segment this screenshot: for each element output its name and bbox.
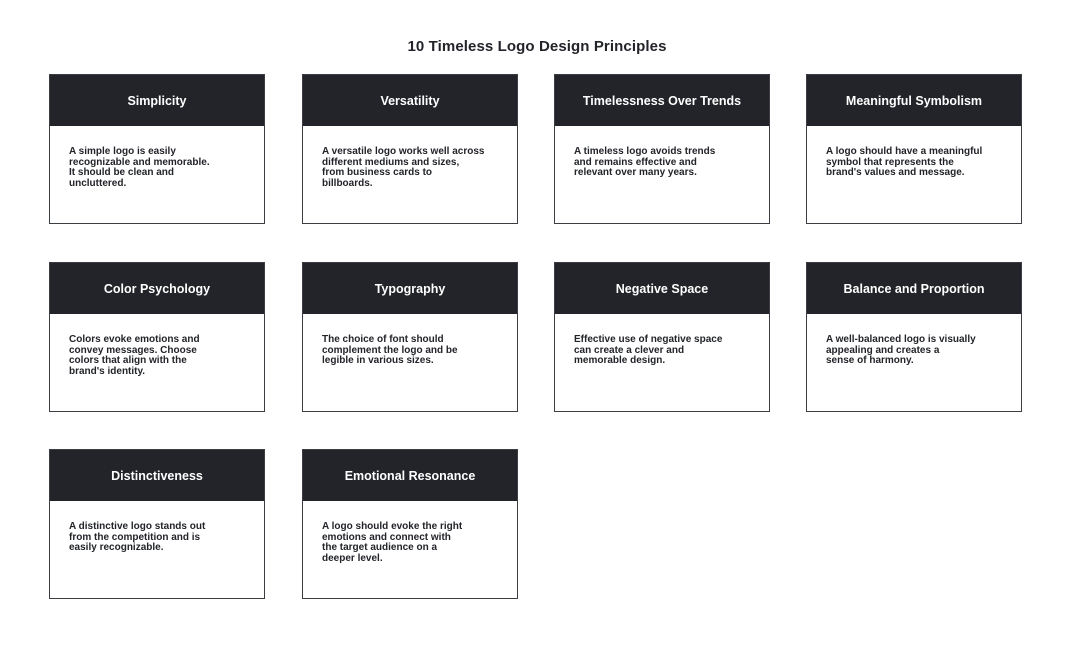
card-description: The choice of font should complement the… — [322, 334, 458, 366]
card-description: Effective use of negative space can crea… — [574, 334, 723, 366]
principle-card-balance: Balance and Proportion A well-balanced l… — [806, 262, 1022, 412]
card-description: A logo should evoke the right emotions a… — [322, 521, 463, 564]
principle-card-distinctiveness: Distinctiveness A distinctive logo stand… — [49, 449, 265, 599]
card-title: Negative Space — [555, 263, 769, 314]
card-title: Typography — [303, 263, 517, 314]
card-description: A versatile logo works well across diffe… — [322, 146, 485, 189]
principle-card-negative-space: Negative Space Effective use of negative… — [554, 262, 770, 412]
card-description: A timeless logo avoids trends and remain… — [574, 146, 716, 178]
principle-card-color-psychology: Color Psychology Colors evoke emotions a… — [49, 262, 265, 412]
card-title: Simplicity — [50, 75, 264, 126]
card-title: Balance and Proportion — [807, 263, 1021, 314]
card-title: Emotional Resonance — [303, 450, 517, 501]
card-description: A logo should have a meaningful symbol t… — [826, 146, 983, 178]
card-title: Color Psychology — [50, 263, 264, 314]
card-description: A simple logo is easily recognizable and… — [69, 146, 210, 189]
card-description: A well-balanced logo is visually appeali… — [826, 334, 976, 366]
card-title: Distinctiveness — [50, 450, 264, 501]
page-title: 10 Timeless Logo Design Principles — [407, 38, 667, 55]
principle-card-versatility: Versatility A versatile logo works well … — [302, 74, 518, 224]
card-title: Versatility — [303, 75, 517, 126]
principle-card-symbolism: Meaningful Symbolism A logo should have … — [806, 74, 1022, 224]
principle-card-emotional-resonance: Emotional Resonance A logo should evoke … — [302, 449, 518, 599]
principle-card-simplicity: Simplicity A simple logo is easily recog… — [49, 74, 265, 224]
card-title: Timelessness Over Trends — [555, 75, 769, 126]
principle-card-typography: Typography The choice of font should com… — [302, 262, 518, 412]
card-title: Meaningful Symbolism — [807, 75, 1021, 126]
card-description: Colors evoke emotions and convey message… — [69, 334, 200, 377]
card-description: A distinctive logo stands out from the c… — [69, 521, 206, 553]
principle-card-timelessness: Timelessness Over Trends A timeless logo… — [554, 74, 770, 224]
